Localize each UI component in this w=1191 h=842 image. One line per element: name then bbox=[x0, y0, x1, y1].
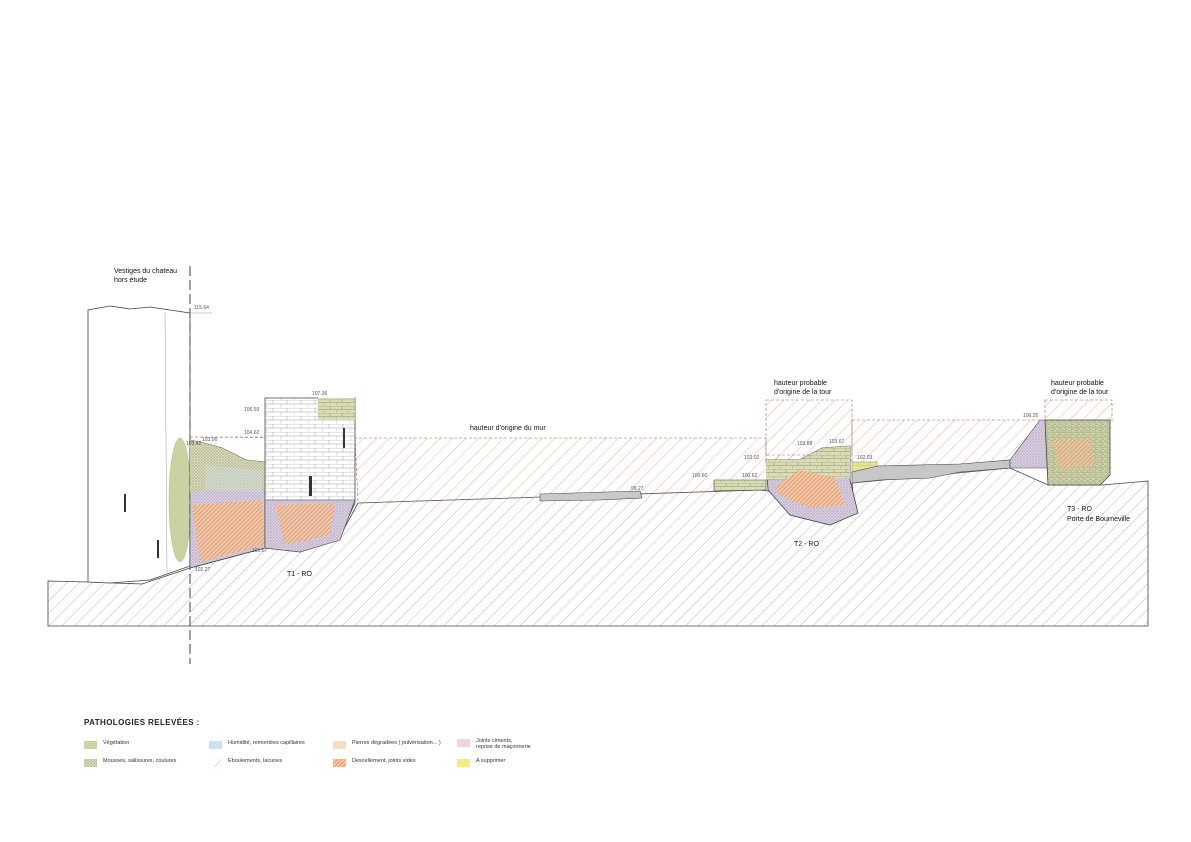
swatch-mousses bbox=[84, 759, 97, 767]
legend-label: A supprimer bbox=[476, 758, 506, 764]
label-tour-t2: hauteur probable d'origine de la tour bbox=[774, 380, 832, 396]
swatch-supprimer bbox=[457, 759, 470, 767]
elev-103c: 103.88 bbox=[797, 441, 813, 447]
elev-102a: 102.27 bbox=[195, 567, 211, 573]
legend: PATHOLOGIES RELEVÉES : Végétation Mousse… bbox=[84, 718, 604, 778]
vegetation-patch bbox=[168, 437, 192, 563]
label-chateau: Vestiges du chateau hors étude bbox=[114, 268, 179, 284]
legend-label: Végétation bbox=[103, 740, 130, 746]
label-porte: Porte de Bourneville bbox=[1067, 516, 1130, 523]
elev-101: 101.67 bbox=[252, 548, 268, 554]
elev-103a: 103.42 bbox=[186, 441, 202, 447]
label-t3: T3 - RO bbox=[1067, 506, 1092, 513]
swatch-humidite bbox=[209, 741, 222, 749]
swatch-vegetation bbox=[84, 741, 97, 749]
elev-103b: 103.06 bbox=[202, 437, 218, 443]
elevation-drawing: 115.64 107.36 106.93 104.62 103.42 103.0… bbox=[47, 266, 1149, 664]
label-mur-origine: hauteur d'origine du mur bbox=[470, 425, 546, 432]
legend-label: Descellement, joints vides bbox=[352, 758, 416, 764]
swatch-pierres bbox=[333, 741, 346, 749]
elev-104: 104.62 bbox=[244, 430, 260, 436]
label-tour-t3: hauteur probable d'origine de la tour bbox=[1051, 380, 1109, 396]
elev-106b: 106.25 bbox=[1023, 413, 1039, 419]
label-t1: T1 - RO bbox=[287, 571, 312, 578]
legend-label: Humidité, remontées capillaires bbox=[228, 740, 305, 746]
elev-100b: 100.62 bbox=[742, 473, 758, 479]
legend-label: Joints ciments, reprise de maçonnerie bbox=[476, 738, 531, 751]
elev-106a: 106.93 bbox=[244, 407, 260, 413]
swatch-eboulements bbox=[209, 759, 222, 767]
elev-107: 107.36 bbox=[312, 391, 328, 397]
swatch-joints bbox=[457, 739, 470, 747]
t3-origin-zone bbox=[1044, 399, 1113, 423]
legend-title: PATHOLOGIES RELEVÉES : bbox=[84, 718, 200, 727]
elev-115: 115.64 bbox=[194, 305, 209, 311]
legend-label: Eboulements, lacunes bbox=[228, 758, 283, 764]
swatch-descellement bbox=[333, 759, 346, 767]
elev-102c: 102.03 bbox=[857, 455, 873, 461]
elev-100a: 100.60 bbox=[692, 473, 708, 479]
legend-label: Mousses, salissures, coulures bbox=[103, 758, 177, 764]
elev-102b: 102.02 bbox=[744, 455, 760, 461]
label-t2: T2 - RO bbox=[794, 541, 819, 548]
elev-103d: 103.67 bbox=[829, 439, 845, 445]
legend-label: Pierres dégradées ( pulvérisation... ) bbox=[352, 740, 441, 746]
elev-99: 99.27 bbox=[631, 486, 644, 492]
